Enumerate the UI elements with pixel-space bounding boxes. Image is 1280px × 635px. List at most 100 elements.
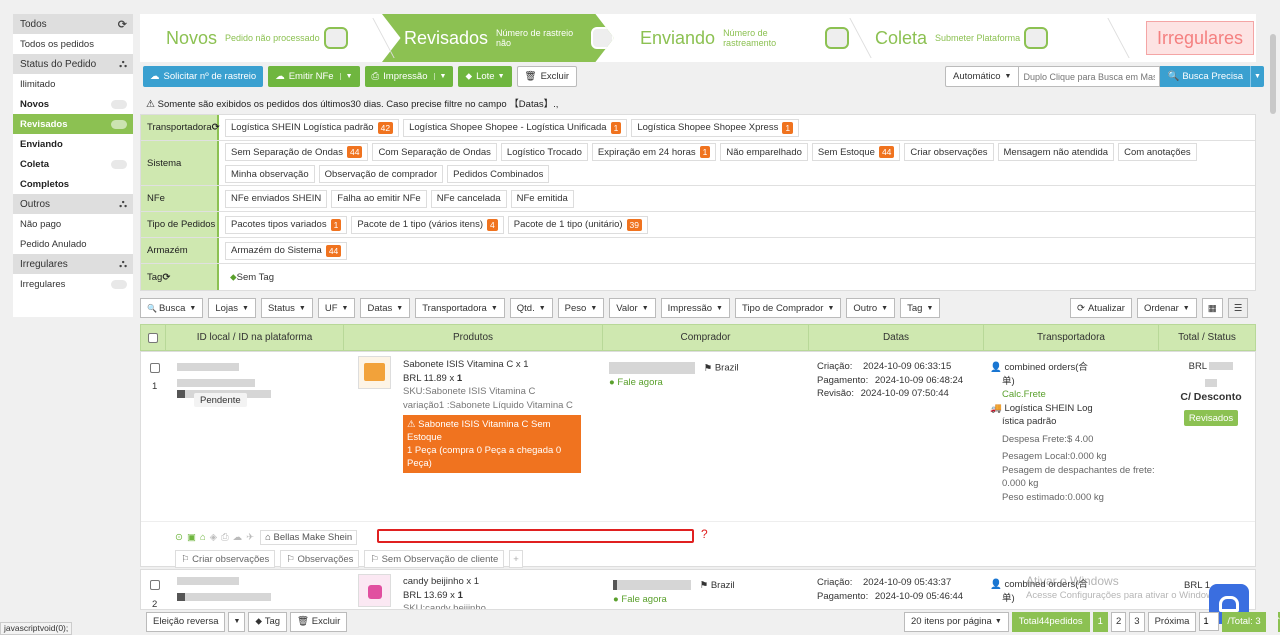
- page-2-button[interactable]: 2: [1110, 611, 1127, 632]
- filter-chip[interactable]: Sem Separação de Ondas 44: [225, 143, 369, 161]
- filter-chip[interactable]: Pedidos Combinados: [447, 165, 550, 183]
- sidebar-item[interactable]: Todos os pedidos: [13, 34, 133, 54]
- scrollbar-thumb[interactable]: [1270, 34, 1276, 114]
- list-view-button[interactable]: ☰: [1227, 298, 1249, 318]
- help-icon[interactable]: ?: [701, 527, 708, 541]
- filter-dropdown[interactable]: Datas ▼: [360, 298, 411, 318]
- sidebar-item[interactable]: Completos: [13, 174, 133, 194]
- sidebar-item[interactable]: Novos: [13, 94, 133, 114]
- per-page-select[interactable]: 20 itens por página ▼: [904, 611, 1009, 632]
- footer-delete-button[interactable]: 🗑 Excluir: [290, 611, 348, 632]
- filter-chip[interactable]: Mensagem não atendida: [997, 143, 1115, 161]
- buyer-note-button[interactable]: ⚐ Sem Observação de cliente: [364, 550, 505, 568]
- print-button[interactable]: ⎙ Impressão ▼: [364, 66, 454, 87]
- filter-chip[interactable]: ⬥ Sem Tag: [225, 268, 279, 286]
- filter-chip[interactable]: Logístico Trocado: [500, 143, 588, 161]
- filter-chip[interactable]: Com anotações: [1118, 143, 1197, 161]
- filter-chip[interactable]: Pacote de 1 tipo (vários itens) 4: [351, 215, 504, 234]
- chat-link[interactable]: ● Fale agora: [609, 377, 739, 388]
- filter-chip[interactable]: Criar observações: [904, 143, 994, 161]
- calc-freight-link[interactable]: Calc.Frete: [990, 388, 1165, 402]
- sidebar-item[interactable]: Revisados: [13, 114, 133, 134]
- mode-select[interactable]: Automático ▼: [945, 66, 1020, 87]
- status-button[interactable]: Revisados: [1184, 410, 1238, 426]
- money-icon[interactable]: ▣: [187, 532, 196, 543]
- sidebar-item[interactable]: Pedido Anulado: [13, 234, 133, 254]
- filter-chip[interactable]: Minha observação: [225, 165, 315, 183]
- page-3-button[interactable]: 3: [1129, 611, 1145, 632]
- select-all-checkbox[interactable]: [148, 332, 158, 343]
- product-thumbnail[interactable]: [358, 356, 391, 389]
- sidebar-group-header[interactable]: Status do Pedido ⛬: [13, 54, 133, 74]
- filter-dropdown[interactable]: Transportadora ▼: [415, 298, 505, 318]
- sitemap-icon[interactable]: ⛬: [119, 258, 127, 271]
- product-thumbnail[interactable]: [358, 574, 391, 607]
- sidebar-group-header[interactable]: Outros ⛬: [13, 194, 133, 214]
- precise-search-button[interactable]: 🔍 Busca Precisa: [1160, 66, 1251, 87]
- sidebar-group-header[interactable]: Todos ⟳: [13, 14, 133, 34]
- filter-dropdown[interactable]: Status ▼: [260, 298, 313, 318]
- invert-caret[interactable]: ▼: [228, 611, 246, 632]
- sitemap-icon[interactable]: ⛬: [119, 58, 127, 71]
- row-checkbox[interactable]: [150, 363, 160, 373]
- filter-chip[interactable]: Expiração em 24 horas 1: [591, 143, 717, 161]
- footer-tag-button[interactable]: ⬥ Tag: [248, 611, 288, 632]
- filter-chip[interactable]: Armazém do Sistema 44: [225, 241, 348, 260]
- emit-nfe-button[interactable]: ☁ Emitir NFe ▼: [268, 66, 360, 87]
- add-note-button[interactable]: +: [509, 550, 523, 568]
- filter-chip[interactable]: NFe enviados SHEIN: [225, 189, 328, 208]
- filter-chip[interactable]: Pacotes tipos variados 1: [225, 215, 348, 234]
- filter-chip[interactable]: Sem Estoque 44: [811, 143, 901, 161]
- caret-down-icon[interactable]: ▼: [433, 73, 446, 80]
- sidebar-item[interactable]: Coleta: [13, 154, 133, 174]
- print-icon[interactable]: ⎙: [221, 532, 229, 543]
- refresh-icon[interactable]: ⟳: [118, 18, 127, 31]
- filter-chip[interactable]: Não emparelhado: [720, 143, 808, 161]
- grid-view-button[interactable]: ▦: [1201, 298, 1223, 318]
- filter-dropdown[interactable]: 🔍 Busca ▼: [140, 298, 204, 318]
- filter-dropdown[interactable]: Impressão ▼: [660, 298, 730, 318]
- filter-chip[interactable]: NFe emitida: [510, 189, 574, 208]
- refresh-icon[interactable]: ⟳: [162, 272, 170, 283]
- sidebar-item[interactable]: Enviando: [13, 134, 133, 154]
- filter-dropdown[interactable]: Lojas ▼: [208, 298, 256, 318]
- filter-chip[interactable]: Observação de comprador: [318, 165, 444, 183]
- clock-icon[interactable]: ⊙: [175, 532, 183, 543]
- product-title[interactable]: candy beijinho x 1: [403, 575, 486, 589]
- filter-chip[interactable]: Falha ao emitir NFe: [331, 189, 427, 208]
- filter-dropdown[interactable]: Valor ▼: [609, 298, 656, 318]
- cloud-icon[interactable]: ☁: [233, 532, 243, 543]
- order-note-input[interactable]: [377, 529, 694, 543]
- sort-button[interactable]: Ordenar ▼: [1136, 298, 1197, 318]
- filter-chip[interactable]: Pacote de 1 tipo (unitário) 39: [507, 215, 649, 234]
- filter-dropdown[interactable]: UF ▼: [317, 298, 356, 318]
- page-1-button[interactable]: 1: [1092, 611, 1108, 632]
- page-input[interactable]: [1199, 612, 1220, 631]
- filter-chip[interactable]: Logística SHEIN Logística padrão 42: [225, 118, 400, 137]
- sitemap-icon[interactable]: ⛬: [119, 198, 127, 211]
- package-icon[interactable]: ◈: [210, 532, 217, 543]
- sidebar-item[interactable]: Não pago: [13, 214, 133, 234]
- invert-selection-button[interactable]: Eleição reversa: [146, 611, 226, 632]
- step-tab[interactable]: Revisados Número de rastreio não: [382, 14, 614, 62]
- filter-chip[interactable]: Logística Shopee Shopee Xpress 1: [631, 118, 800, 137]
- filter-chip[interactable]: Logística Shopee Shopee - Logística Unif…: [403, 118, 628, 137]
- filter-chip[interactable]: Com Separação de Ondas: [372, 143, 497, 161]
- filter-chip[interactable]: NFe cancelada: [430, 189, 507, 208]
- filter-dropdown[interactable]: Outro ▼: [846, 298, 896, 318]
- chat-link[interactable]: ● Fale agora: [613, 594, 735, 605]
- sidebar-item[interactable]: Ilimitado: [13, 74, 133, 94]
- filter-dropdown[interactable]: Tag ▼: [900, 298, 941, 318]
- filter-dropdown[interactable]: Qtd. ▼: [509, 298, 553, 318]
- product-title[interactable]: Sabonete ISIS Vitamina C x 1: [403, 358, 581, 372]
- refresh-button[interactable]: ⟳ Atualizar: [1070, 298, 1132, 318]
- row-checkbox[interactable]: [150, 580, 160, 590]
- plane-icon[interactable]: ✈: [246, 532, 254, 543]
- create-note-button[interactable]: ⚐ Criar observações: [175, 550, 276, 568]
- observations-button[interactable]: ⚐ Observações: [280, 550, 360, 568]
- batch-button[interactable]: ⬥ Lote ▼: [458, 66, 512, 87]
- gift-icon[interactable]: ⌂: [200, 532, 206, 543]
- request-tracking-button[interactable]: ☁ Solicitar nº de rastreio: [143, 66, 264, 87]
- search-options-caret[interactable]: ▼: [1250, 66, 1264, 87]
- filter-dropdown[interactable]: Peso ▼: [557, 298, 605, 318]
